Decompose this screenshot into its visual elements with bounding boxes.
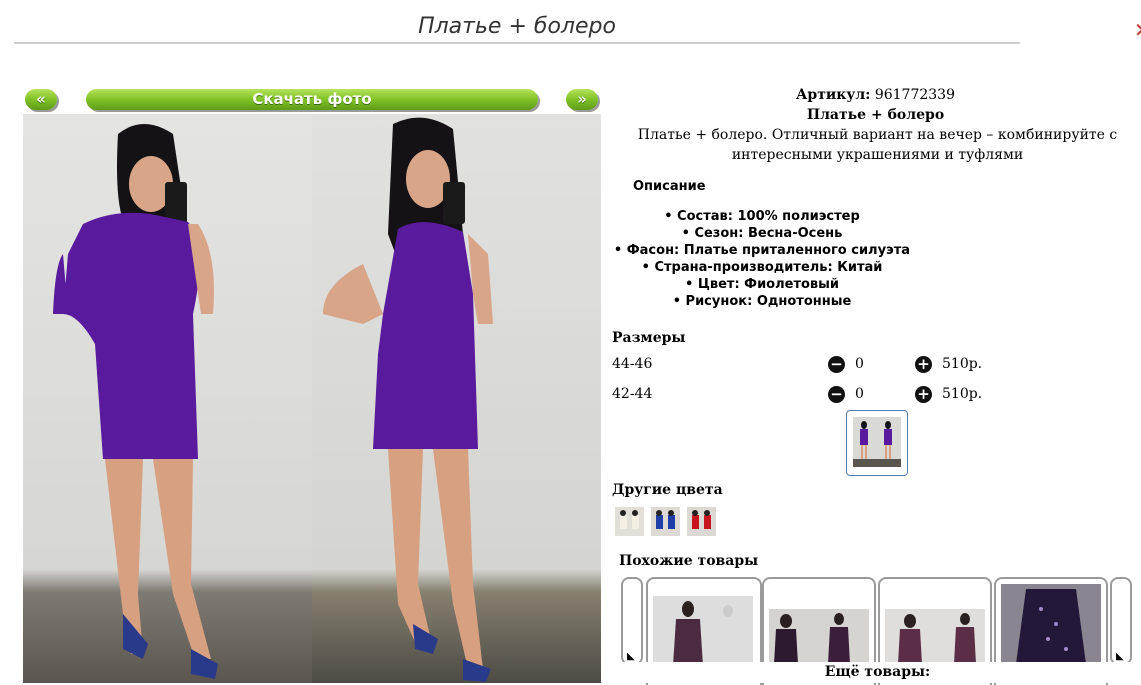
articul-label: Артикул: <box>796 87 871 103</box>
page-title: Платье + болеро <box>14 12 1020 44</box>
size-price: 510р. <box>942 356 983 372</box>
product-photo[interactable] <box>23 114 601 683</box>
articul-line: Артикул: 961772339 <box>610 85 1141 105</box>
color-variant-white[interactable] <box>615 507 644 536</box>
download-photo-button[interactable]: Скачать фото <box>86 89 538 110</box>
size-label: 42-44 <box>612 386 653 402</box>
color-variant-red[interactable] <box>687 507 716 536</box>
property-item: • Сезон: Весна-Осень <box>681 226 843 241</box>
size-quantity: 0 <box>855 356 864 372</box>
properties-list: • Состав: 100% полиэстер • Сезон: Весна-… <box>612 208 912 310</box>
property-item: • Рисунок: Однотонные <box>672 294 852 309</box>
product-photo-figures <box>53 117 493 682</box>
thumbnail-image <box>853 417 901 467</box>
similar-scroll-right[interactable]: ◣ <box>1110 577 1132 665</box>
scroll-left-icon: ◣ <box>627 651 635 662</box>
selected-thumbnail[interactable] <box>846 410 908 476</box>
size-price: 510р. <box>942 386 983 402</box>
scroll-right-icon: ◣ <box>1116 651 1124 662</box>
product-name: Платье + болеро <box>806 107 945 123</box>
properties-heading: Описание <box>633 179 706 194</box>
other-colors-heading: Другие цвета <box>612 482 723 498</box>
similar-scroll-left[interactable]: ◣ <box>621 577 643 665</box>
plus-icon[interactable]: + <box>915 356 932 373</box>
color-variant-blue[interactable] <box>651 507 680 536</box>
sizes-heading: Размеры <box>612 330 686 346</box>
similar-heading: Похожие товары <box>619 553 759 569</box>
property-item: • Фасон: Платье приталенного силуэта <box>613 243 911 258</box>
size-row: 42-44 − 0 + 510р. <box>612 386 1032 406</box>
articul-value: 961772339 <box>874 87 955 103</box>
plus-icon[interactable]: + <box>915 386 932 403</box>
property-item: • Состав: 100% полиэстер <box>664 209 860 224</box>
more-products-link[interactable]: Ещё товары: <box>612 662 1141 683</box>
property-item: • Страна-производитель: Китай <box>641 260 883 275</box>
size-label: 44-46 <box>612 356 653 372</box>
minus-icon[interactable]: − <box>828 356 845 373</box>
next-photo-button[interactable]: » <box>566 89 598 110</box>
close-icon[interactable]: ✕ <box>1134 18 1141 42</box>
product-description: Платье + болеро. Отличный вариант на веч… <box>637 127 1118 163</box>
size-row: 44-46 − 0 + 510р. <box>612 356 1032 376</box>
prev-photo-button[interactable]: « <box>25 89 57 110</box>
property-item: • Цвет: Фиолетовый <box>684 277 840 292</box>
size-quantity: 0 <box>855 386 864 402</box>
minus-icon[interactable]: − <box>828 386 845 403</box>
